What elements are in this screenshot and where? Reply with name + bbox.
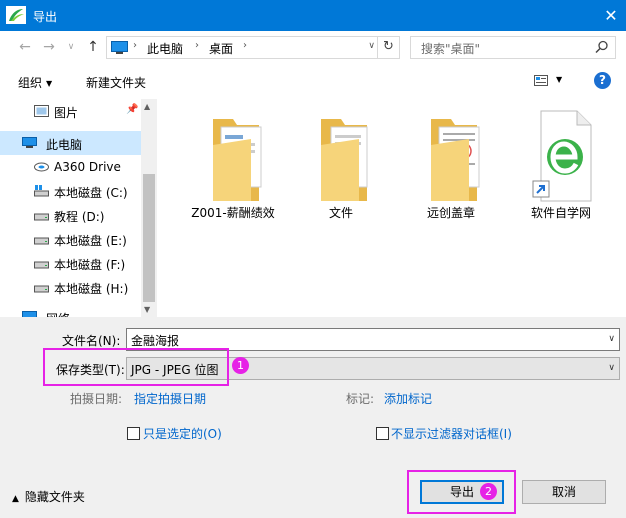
folder-icon bbox=[321, 119, 368, 201]
organize-menu[interactable]: 组织 ▼ bbox=[18, 74, 52, 91]
highlight-box-filetype bbox=[43, 348, 229, 386]
close-icon[interactable]: ✕ bbox=[596, 0, 626, 31]
filename-label: 文件名(N): bbox=[62, 334, 121, 348]
cloud-drive-icon bbox=[34, 162, 49, 172]
chevron-right-icon[interactable]: › bbox=[133, 40, 137, 51]
folder-icon bbox=[213, 119, 262, 201]
drive-icon bbox=[34, 213, 49, 221]
pictures-icon bbox=[34, 105, 49, 117]
sidebar-item-drive-h[interactable]: 本地磁盘 (H:) bbox=[0, 275, 141, 299]
scroll-up-icon[interactable]: ▲ bbox=[144, 102, 150, 111]
date-taken-label: 拍摄日期: bbox=[70, 392, 123, 406]
chevron-down-icon[interactable]: ∨ bbox=[608, 363, 615, 373]
sidebar-item-a360-drive[interactable]: A360 Drive bbox=[0, 155, 141, 179]
title-bar: 导出 ✕ bbox=[0, 0, 626, 31]
hide-folders-toggle[interactable]: ▲ 隐藏文件夹 bbox=[12, 488, 85, 505]
sidebar-item-drive-e[interactable]: 本地磁盘 (E:) bbox=[0, 227, 141, 251]
file-list: Z001-薪酬绩效 文件 远创盖章 软件自学网 bbox=[157, 99, 626, 317]
sidebar-item-drive-d[interactable]: 教程 (D:) bbox=[0, 203, 141, 227]
scroll-down-icon[interactable]: ▼ bbox=[144, 305, 150, 314]
back-arrow-icon[interactable]: ← bbox=[14, 37, 36, 57]
window-title: 导出 bbox=[33, 10, 58, 24]
cancel-button[interactable]: 取消 bbox=[522, 480, 606, 504]
file-item-rjzxw-shortcut[interactable]: 软件自学网 bbox=[511, 99, 611, 229]
sidebar-item-drive-f[interactable]: 本地磁盘 (F:) bbox=[0, 251, 141, 275]
file-item-stamp[interactable]: 远创盖章 bbox=[401, 99, 501, 229]
no-filter-dialog-label[interactable]: 不显示过滤器对话框(I) bbox=[391, 425, 512, 442]
recent-locations-chevron-icon[interactable]: ∨ bbox=[60, 37, 82, 57]
sidebar-item-pictures[interactable]: 图片 📌 bbox=[0, 99, 141, 123]
view-caret-icon[interactable]: ▼ bbox=[556, 75, 562, 84]
specify-date-link[interactable]: 指定拍摄日期 bbox=[134, 390, 206, 407]
file-item-files[interactable]: 文件 bbox=[291, 99, 391, 229]
sidebar-item-this-pc[interactable]: 此电脑 bbox=[0, 131, 141, 155]
refresh-icon[interactable]: ↻ bbox=[377, 37, 399, 58]
coreldraw-app-icon bbox=[6, 6, 26, 24]
add-tags-link[interactable]: 添加标记 bbox=[384, 390, 432, 407]
view-options-icon[interactable] bbox=[534, 75, 548, 86]
new-folder-button[interactable]: 新建文件夹 bbox=[86, 74, 146, 91]
save-options-panel: 文件名(N): 金融海报 ∨ 保存类型(T): JPG - JPEG 位图 ∨ … bbox=[0, 317, 626, 518]
address-dropdown-icon[interactable]: ∨ bbox=[368, 41, 375, 51]
sidebar-item-drive-c[interactable]: 本地磁盘 (C:) bbox=[0, 179, 141, 203]
search-placeholder: 搜索"桌面" bbox=[421, 42, 481, 56]
computer-icon bbox=[22, 137, 37, 148]
search-input[interactable]: 搜索"桌面" bbox=[410, 36, 616, 59]
folder-icon bbox=[431, 119, 480, 201]
up-arrow-icon[interactable]: ↑ bbox=[82, 37, 104, 57]
chevron-down-icon[interactable]: ∨ bbox=[608, 334, 615, 344]
caret-down-icon: ▼ bbox=[46, 79, 53, 88]
pin-icon[interactable]: 📌 bbox=[126, 104, 138, 115]
chevron-right-icon[interactable]: › bbox=[195, 40, 199, 51]
chevron-up-icon: ▲ bbox=[12, 494, 19, 504]
command-toolbar: 组织 ▼ 新建文件夹 ▼ ? bbox=[0, 63, 626, 99]
navigation-pane: 图片 📌 此电脑 A360 Drive 本地磁盘 (C:) 教程 (D:) 本地… bbox=[0, 99, 157, 317]
tags-label: 标记: bbox=[346, 392, 375, 406]
help-icon[interactable]: ? bbox=[594, 72, 611, 89]
drive-icon bbox=[34, 237, 49, 245]
forward-arrow-icon[interactable]: → bbox=[38, 37, 60, 57]
sidebar-item-network[interactable]: 网络 bbox=[0, 305, 141, 317]
drive-icon bbox=[34, 285, 49, 293]
windows-drive-icon bbox=[34, 185, 49, 197]
only-selected-checkbox[interactable] bbox=[127, 427, 140, 440]
only-selected-label[interactable]: 只是选定的(O) bbox=[143, 425, 222, 442]
step-badge-1: 1 bbox=[232, 357, 249, 374]
step-badge-2: 2 bbox=[480, 483, 497, 500]
computer-icon bbox=[111, 41, 128, 54]
address-bar[interactable]: › 此电脑 › 桌面 › ∨ ↻ bbox=[106, 36, 400, 59]
no-filter-dialog-checkbox[interactable] bbox=[376, 427, 389, 440]
breadcrumb-this-pc[interactable]: 此电脑 bbox=[147, 40, 183, 57]
file-item-z001[interactable]: Z001-薪酬绩效 bbox=[183, 99, 283, 229]
chevron-right-icon[interactable]: › bbox=[243, 40, 247, 51]
browser-shortcut-icon bbox=[532, 110, 592, 202]
sidebar-scrollbar[interactable]: ▲ ▼ bbox=[141, 99, 157, 317]
navigation-bar: ← → ∨ ↑ › 此电脑 › 桌面 › ∨ ↻ 搜索"桌面" bbox=[0, 31, 626, 63]
breadcrumb-desktop[interactable]: 桌面 bbox=[209, 40, 233, 57]
scrollbar-thumb[interactable] bbox=[143, 174, 155, 302]
drive-icon bbox=[34, 261, 49, 269]
search-icon bbox=[595, 40, 608, 54]
